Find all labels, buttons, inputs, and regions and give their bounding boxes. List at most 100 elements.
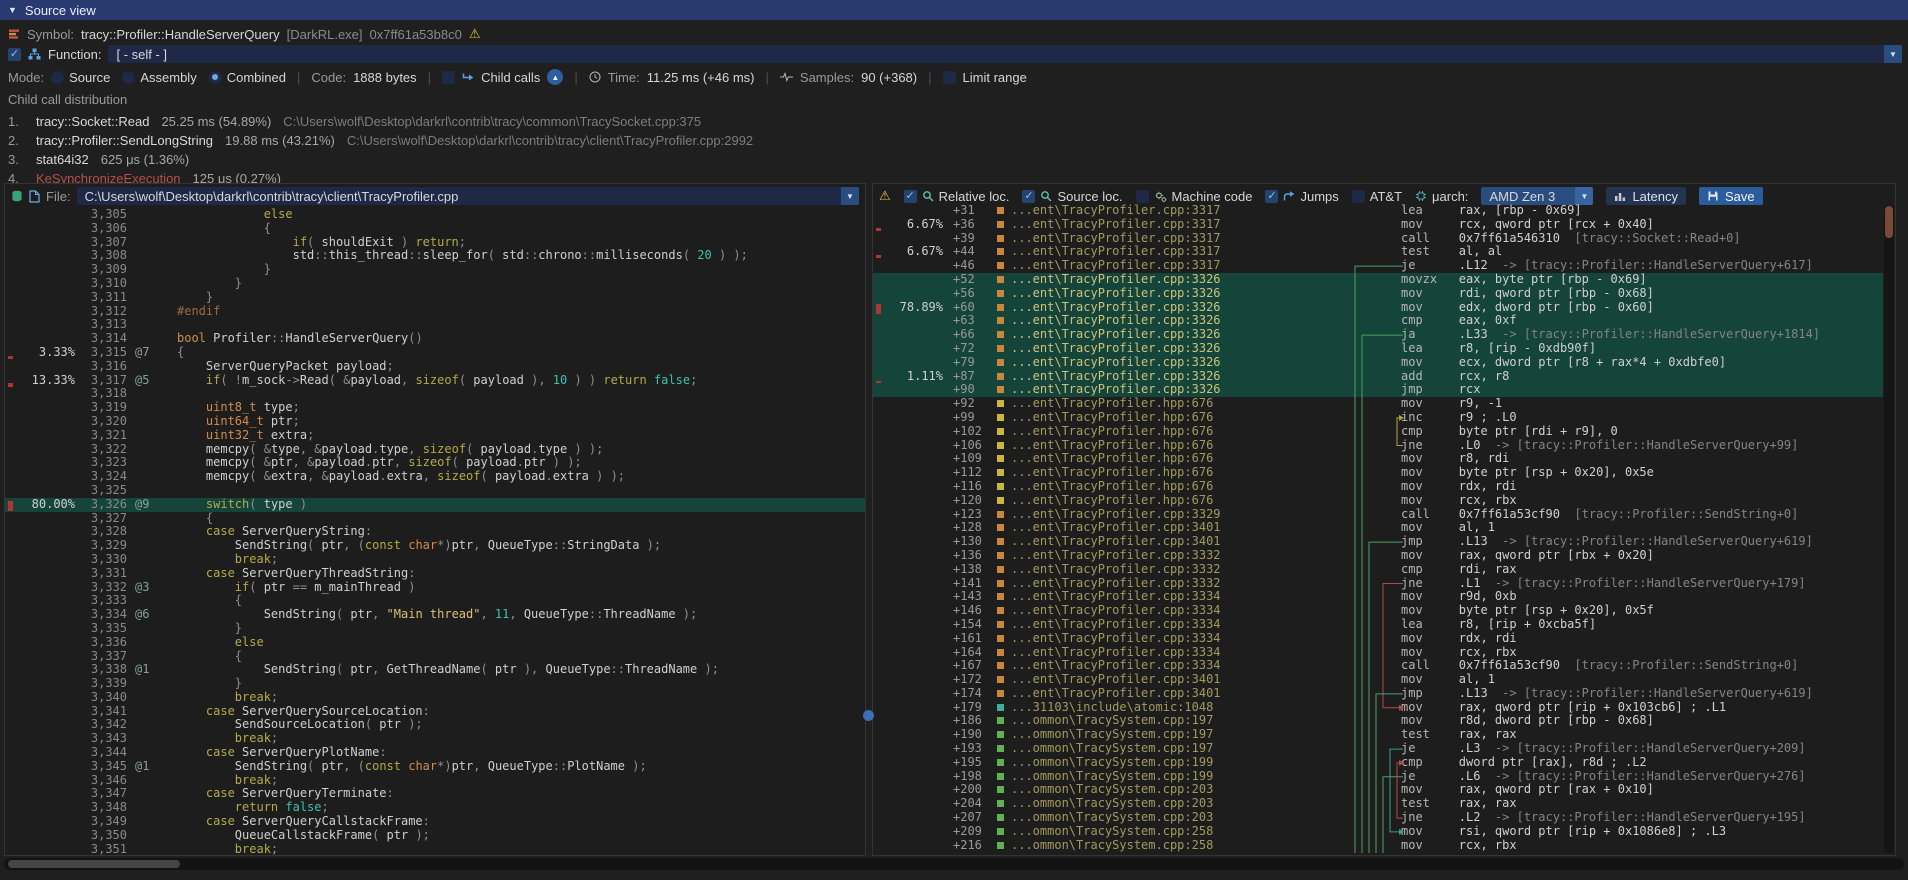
source-line[interactable]: 3,344 case ServerQueryPlotName: [5,746,865,760]
source-line[interactable]: 3,341 case ServerQuerySourceLocation: [5,705,865,719]
asm-source-location[interactable]: ...ent\TracyProfiler.hpp:676 [1011,480,1341,494]
assembly-line[interactable]: +123...ent\TracyProfiler.cpp:3329call 0x… [873,508,1883,522]
source-line[interactable]: 3,318 [5,387,865,401]
assembly-line[interactable]: +112...ent\TracyProfiler.hpp:676mov byte… [873,466,1883,480]
source-line[interactable]: 3,332@3 if( ptr == m_mainThread ) [5,581,865,595]
child-call-row[interactable]: 2.tracy::Profiler::SendLongString19.88 m… [8,131,1608,150]
asm-source-location[interactable]: ...ommon\TracySystem.cpp:258 [1011,825,1341,839]
asm-source-location[interactable]: ...ent\TracyProfiler.hpp:676 [1011,494,1341,508]
asm-source-location[interactable]: ...ent\TracyProfiler.cpp:3326 [1011,356,1341,370]
source-line[interactable]: 3,346 break; [5,774,865,788]
source-line[interactable]: 3,312#endif [5,305,865,319]
asm-source-location[interactable]: ...ent\TracyProfiler.cpp:3326 [1011,287,1341,301]
assembly-line[interactable]: +179...31103\include\atomic:1048mov rax,… [873,701,1883,715]
child-call-row[interactable]: 4.KeSynchronizeExecution125 μs (0.27%) [8,169,1608,183]
collapse-arrow-icon[interactable]: ▼ [8,5,17,15]
asm-source-location[interactable]: ...ommon\TracySystem.cpp:197 [1011,742,1341,756]
asm-source-location[interactable]: ...ommon\TracySystem.cpp:199 [1011,770,1341,784]
asm-source-location[interactable]: ...ommon\TracySystem.cpp:197 [1011,714,1341,728]
assembly-line[interactable]: +190...ommon\TracySystem.cpp:197test rax… [873,728,1883,742]
assembly-line[interactable]: +130...ent\TracyProfiler.cpp:3401jmp .L1… [873,535,1883,549]
asm-source-location[interactable]: ...ommon\TracySystem.cpp:199 [1011,756,1341,770]
asm-source-location[interactable]: ...ent\TracyProfiler.cpp:3326 [1011,301,1341,315]
source-line[interactable]: 3,348 return false; [5,801,865,815]
source-line[interactable]: 3,319 uint8_t type; [5,401,865,415]
source-line[interactable]: 3,310 } [5,277,865,291]
child-calls-checkbox[interactable] [442,71,455,84]
assembly-line[interactable]: +200...ommon\TracySystem.cpp:203mov rax,… [873,783,1883,797]
assembly-line[interactable]: +164...ent\TracyProfiler.cpp:3334mov rcx… [873,646,1883,660]
source-line[interactable]: 3,311 } [5,291,865,305]
toolbar-source-loc-[interactable]: ✓Source loc. [1022,189,1122,204]
source-line[interactable]: 3,320 uint64_t ptr; [5,415,865,429]
checkbox[interactable]: ✓ [1265,190,1278,203]
assembly-line[interactable]: +116...ent\TracyProfiler.hpp:676mov rdx,… [873,480,1883,494]
assembly-line[interactable]: 6.67%+44...ent\TracyProfiler.cpp:3317tes… [873,245,1883,259]
assembly-line[interactable]: 78.89%+60...ent\TracyProfiler.cpp:3326mo… [873,301,1883,315]
horizontal-scrollbar[interactable] [4,858,1904,870]
assembly-line[interactable]: +204...ommon\TracySystem.cpp:203test rax… [873,797,1883,811]
assembly-line[interactable]: +79...ent\TracyProfiler.cpp:3326mov ecx,… [873,356,1883,370]
assembly-line[interactable]: +136...ent\TracyProfiler.cpp:3332mov rax… [873,549,1883,563]
uarch-combo[interactable]: AMD Zen 3▼ [1481,187,1593,205]
source-line[interactable]: 3,323 memcpy( &ptr, &payload.ptr, sizeof… [5,456,865,470]
asm-source-location[interactable]: ...ent\TracyProfiler.cpp:3317 [1011,245,1341,259]
assembly-line[interactable]: +66...ent\TracyProfiler.cpp:3326ja .L33 … [873,328,1883,342]
asm-source-location[interactable]: ...ent\TracyProfiler.cpp:3326 [1011,328,1341,342]
child-call-row[interactable]: 3.stat64i32625 μs (1.36%) [8,150,1608,169]
asm-source-location[interactable]: ...ent\TracyProfiler.cpp:3334 [1011,646,1341,660]
toolbar-relative-loc-[interactable]: ✓Relative loc. [904,189,1010,204]
asm-source-location[interactable]: ...ent\TracyProfiler.cpp:3334 [1011,632,1341,646]
source-line[interactable]: 3,316 ServerQueryPacket payload; [5,360,865,374]
toolbar-jumps[interactable]: ✓Jumps [1265,189,1338,204]
mode-radio-combined[interactable]: Combined [209,70,286,85]
pane-splitter-handle[interactable] [863,710,874,721]
asm-source-location[interactable]: ...ent\TracyProfiler.cpp:3317 [1011,232,1341,246]
toolbar-machine-code[interactable]: Machine code [1136,189,1253,204]
checkbox[interactable]: ✓ [904,190,917,203]
assembly-line[interactable]: +106...ent\TracyProfiler.hpp:676jne .L0 … [873,439,1883,453]
horizontal-scrollbar-handle[interactable] [8,860,180,868]
chevron-down-icon[interactable]: ▼ [1884,45,1902,63]
assembly-line[interactable]: +138...ent\TracyProfiler.cpp:3332cmp rdi… [873,563,1883,577]
assembly-line[interactable]: 1.11%+87...ent\TracyProfiler.cpp:3326add… [873,370,1883,384]
asm-source-location[interactable]: ...ent\TracyProfiler.cpp:3334 [1011,590,1341,604]
source-line[interactable]: 3,330 break; [5,553,865,567]
asm-source-location[interactable]: ...ent\TracyProfiler.cpp:3326 [1011,314,1341,328]
asm-source-location[interactable]: ...ent\TracyProfiler.cpp:3329 [1011,508,1341,522]
assembly-line[interactable]: +207...ommon\TracySystem.cpp:203jne .L2 … [873,811,1883,825]
file-combo[interactable]: C:\Users\wolf\Desktop\darkrl\contrib\tra… [77,187,859,205]
assembly-line[interactable]: +109...ent\TracyProfiler.hpp:676mov r8, … [873,452,1883,466]
source-line[interactable]: 3,342 SendSourceLocation( ptr ); [5,718,865,732]
mode-radio-assembly[interactable]: Assembly [122,70,196,85]
assembly-line[interactable]: +56...ent\TracyProfiler.cpp:3326mov rdi,… [873,287,1883,301]
source-line[interactable]: 3,338@1 SendString( ptr, GetThreadName( … [5,663,865,677]
asm-source-location[interactable]: ...ent\TracyProfiler.cpp:3334 [1011,604,1341,618]
asm-source-location[interactable]: ...ent\TracyProfiler.cpp:3401 [1011,673,1341,687]
asm-source-location[interactable]: ...ent\TracyProfiler.cpp:3326 [1011,273,1341,287]
source-line[interactable]: 3,314bool Profiler::HandleServerQuery() [5,332,865,346]
asm-vertical-scrollbar[interactable] [1884,205,1894,853]
source-line[interactable]: 3,313 [5,318,865,332]
assembly-line[interactable]: +99...ent\TracyProfiler.hpp:676inc r9 ; … [873,411,1883,425]
asm-source-location[interactable]: ...ommon\TracySystem.cpp:203 [1011,811,1341,825]
asm-source-location[interactable]: ...ent\TracyProfiler.cpp:3326 [1011,370,1341,384]
asm-source-location[interactable]: ...ent\TracyProfiler.hpp:676 [1011,425,1341,439]
assembly-line[interactable]: +216...ommon\TracySystem.cpp:258mov rcx,… [873,839,1883,853]
source-line[interactable]: 3,347 case ServerQueryTerminate: [5,787,865,801]
assembly-line[interactable]: +161...ent\TracyProfiler.cpp:3334mov rdx… [873,632,1883,646]
asm-source-location[interactable]: ...ent\TracyProfiler.cpp:3332 [1011,549,1341,563]
chevron-down-icon[interactable]: ▼ [1575,187,1593,205]
sort-up-button[interactable]: ▲ [547,69,563,85]
asm-source-location[interactable]: ...ent\TracyProfiler.hpp:676 [1011,452,1341,466]
assembly-line[interactable]: +209...ommon\TracySystem.cpp:258mov rsi,… [873,825,1883,839]
source-line[interactable]: 3,340 break; [5,691,865,705]
assembly-line[interactable]: +46...ent\TracyProfiler.cpp:3317je .L12 … [873,259,1883,273]
source-line[interactable]: 3,350 QueueCallstackFrame( ptr ); [5,829,865,843]
assembly-line[interactable]: +128...ent\TracyProfiler.cpp:3401mov al,… [873,521,1883,535]
source-line[interactable]: 3,336 else [5,636,865,650]
limit-range-checkbox[interactable] [943,71,956,84]
source-line[interactable]: 3,339 } [5,677,865,691]
asm-source-location[interactable]: ...ent\TracyProfiler.hpp:676 [1011,397,1341,411]
source-line[interactable]: 3,322 memcpy( &type, &payload.type, size… [5,443,865,457]
